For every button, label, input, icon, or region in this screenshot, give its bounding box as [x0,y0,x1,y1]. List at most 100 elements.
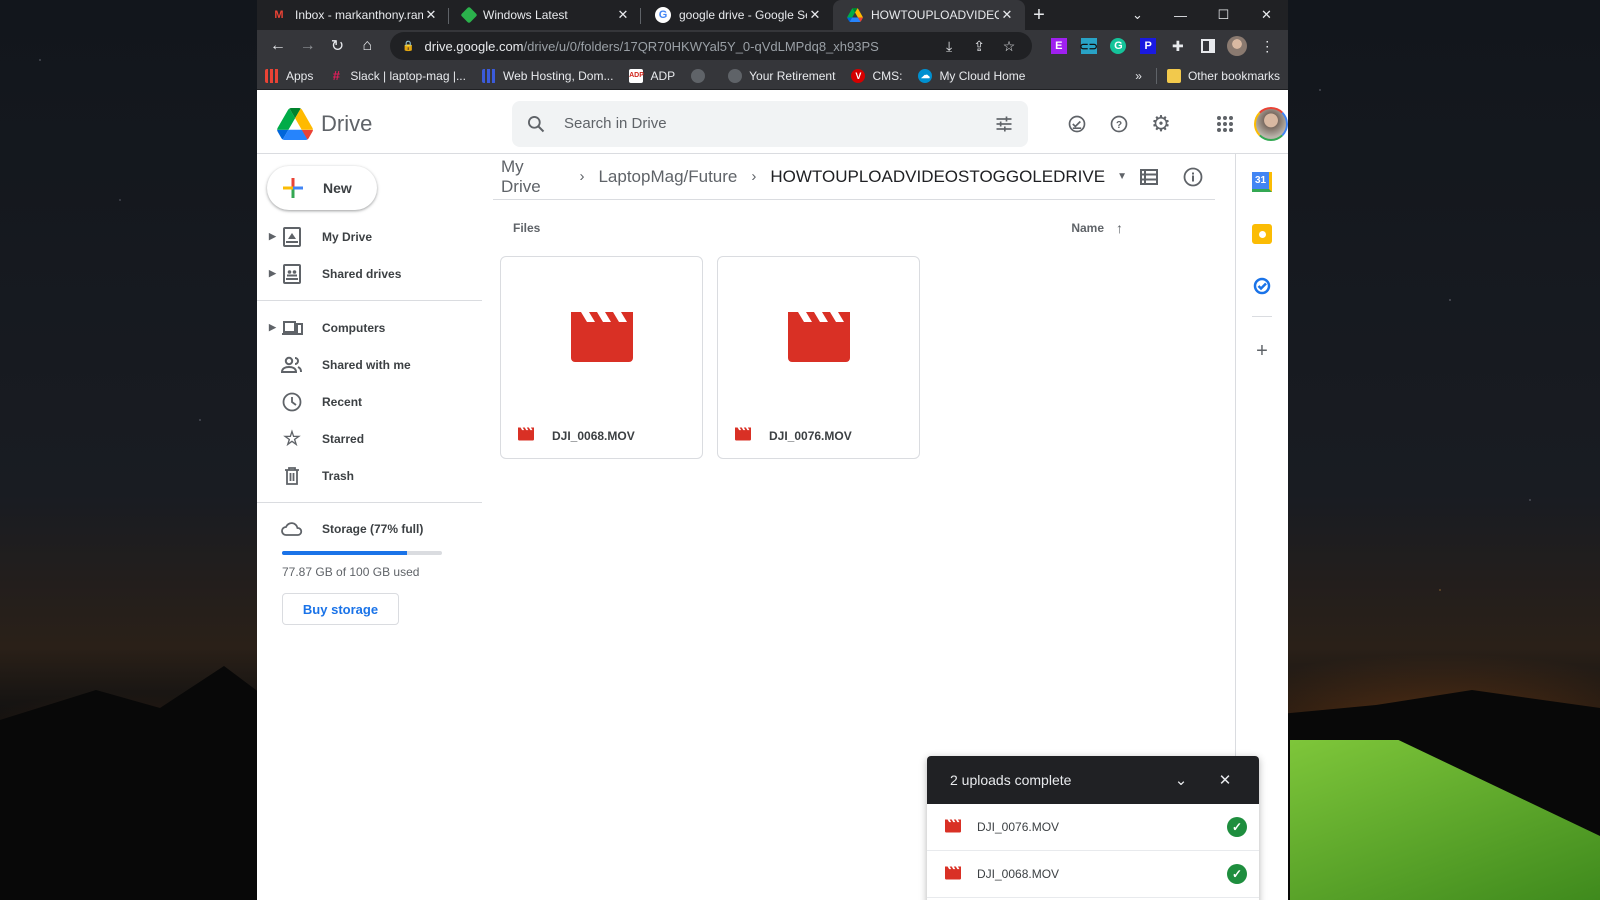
extension-link-icon[interactable]: ⊂⊃ [1074,32,1104,60]
keep-icon[interactable] [1252,224,1272,244]
new-button[interactable]: New [267,166,377,210]
web-hosting-icon [481,68,496,83]
install-app-icon[interactable]: ⤓ [934,38,964,55]
url-text[interactable]: drive.google.com/drive/u/0/folders/17QR7… [425,39,935,54]
storage-section: Storage (77% full) 77.87 GB of 100 GB us… [257,511,482,625]
share-icon[interactable]: ⇪ [964,38,994,55]
expand-caret-icon[interactable]: ▶ [269,268,276,279]
add-addon-icon[interactable]: + [1252,340,1272,362]
star-icon: ☆ [283,428,301,450]
breadcrumb-current-folder[interactable]: HOWTOUPLOADVIDEOSTOGGOLEDRIVE [770,167,1105,187]
drive-app: Drive Search in Drive ? ⚙ New ▶ My Drive… [257,94,1288,900]
expand-caret-icon[interactable]: ▶ [269,322,276,333]
forward-button[interactable]: → [293,32,323,60]
storage-link[interactable]: Storage (77% full) [257,511,482,547]
files-section-label: Files [513,221,541,235]
search-input[interactable]: Search in Drive [512,100,1028,147]
bookmark-slack[interactable]: # Slack | laptop-mag |... [329,68,466,83]
search-options-icon[interactable] [994,114,1014,134]
sort-by-name[interactable]: Name ↑ [1071,220,1123,236]
buy-storage-button[interactable]: Buy storage [282,593,399,625]
side-panel-icon[interactable] [1193,32,1223,60]
rail-divider [1252,316,1272,317]
chevron-right-icon: › [751,168,757,185]
maximize-icon[interactable]: ☐ [1202,0,1245,30]
calendar-icon[interactable]: 31 [1252,172,1272,192]
home-button[interactable]: ⌂ [352,32,382,60]
close-tab-icon[interactable]: ✕ [999,7,1015,23]
bookmark-your-retirement[interactable]: Your Retirement [728,68,835,83]
video-file-icon [735,427,751,444]
bookmarks-overflow-button[interactable]: » [1135,69,1142,83]
sidebar-item-shared-drives[interactable]: ▶ Shared drives [257,255,482,292]
tab-drive-folder[interactable]: HOWTOUPLOADVIDEOSTOGGOLEDRIVE ✕ [833,0,1025,30]
file-card[interactable]: DJI_0068.MOV [500,256,703,459]
breadcrumb-laptopmag-future[interactable]: LaptopMag/Future [598,167,737,187]
storage-progress-bar [282,551,442,555]
new-tab-button[interactable]: + [1025,0,1053,30]
tab-google-search[interactable]: G google drive - Google Search ✕ [641,0,833,30]
folder-menu-dropdown-icon[interactable]: ▼ [1117,171,1127,182]
sidebar-item-shared-with-me[interactable]: Shared with me [257,346,482,383]
reload-button[interactable]: ↻ [323,32,353,60]
close-icon[interactable]: ✕ [1203,771,1247,789]
upload-item[interactable]: DJI_0076.MOV ✓ [927,804,1259,851]
sidebar-item-recent[interactable]: Recent [257,383,482,420]
gmail-icon: M [274,9,284,21]
extension-p-icon[interactable]: P [1133,32,1163,60]
bookmark-cms[interactable]: V CMS: [851,68,902,83]
browser-menu-icon[interactable]: ⋮ [1252,32,1282,60]
tab-windows-latest[interactable]: Windows Latest ✕ [449,0,641,30]
sort-ascending-arrow-icon[interactable]: ↑ [1116,220,1123,236]
sidebar: New ▶ My Drive ▶ Shared drives ▶ Compute… [257,154,482,900]
bookmark-star-icon[interactable]: ☆ [994,38,1024,55]
bookmark-my-cloud-home[interactable]: ☁ My Cloud Home [918,68,1025,83]
list-view-icon[interactable] [1127,167,1171,187]
bookmark-apps[interactable]: Apps [265,68,313,83]
bookmark-web-hosting[interactable]: Web Hosting, Dom... [481,68,613,83]
close-window-icon[interactable]: ✕ [1245,0,1288,30]
tasks-icon[interactable] [1252,276,1272,296]
chevron-right-icon: › [579,168,585,185]
sidebar-item-computers[interactable]: ▶ Computers [257,309,482,346]
extension-e-icon[interactable]: E [1044,32,1074,60]
collapse-chevron-icon[interactable]: ⌄ [1159,771,1203,789]
drive-logo[interactable]: Drive [277,107,512,140]
account-avatar[interactable] [1254,106,1288,141]
extensions-puzzle-icon[interactable]: ✚ [1163,32,1193,60]
sidebar-item-starred[interactable]: ☆ Starred [257,420,482,457]
settings-gear-icon[interactable]: ⚙ [1140,104,1182,144]
search-icon[interactable] [526,114,546,134]
upload-status-title: 2 uploads complete [950,772,1072,788]
google-apps-icon[interactable] [1204,104,1246,144]
bookmark-adp[interactable]: ADP ADP [629,68,675,83]
bookmark-globe[interactable] [691,68,712,83]
address-bar[interactable]: 🔒 drive.google.com/drive/u/0/folders/17Q… [390,32,1033,60]
close-tab-icon[interactable]: ✕ [423,7,439,23]
video-clapper-icon [570,312,633,362]
video-file-icon [518,427,534,444]
video-clapper-icon [787,312,850,362]
cloud-home-icon: ☁ [918,68,933,83]
plus-icon [281,176,305,200]
breadcrumb-my-drive[interactable]: My Drive [501,157,565,197]
upload-item[interactable]: DJI_0068.MOV ✓ [927,851,1259,898]
help-icon[interactable]: ? [1098,104,1140,144]
close-tab-icon[interactable]: ✕ [615,7,631,23]
close-tab-icon[interactable]: ✕ [807,7,823,23]
back-button[interactable]: ← [263,32,293,60]
minimize-icon[interactable]: — [1159,0,1202,30]
info-icon[interactable] [1171,167,1215,187]
clock-icon [281,391,303,413]
tab-search-icon[interactable]: ⌄ [1116,0,1159,30]
file-card[interactable]: DJI_0076.MOV [717,256,920,459]
sidebar-item-my-drive[interactable]: ▶ My Drive [257,218,482,255]
profile-avatar[interactable] [1223,32,1253,60]
other-bookmarks-folder[interactable]: Other bookmarks [1166,68,1280,83]
tab-gmail[interactable]: M Inbox - markanthony.ramirez ✕ [257,0,449,30]
offline-ready-icon[interactable] [1056,104,1098,144]
expand-caret-icon[interactable]: ▶ [269,231,276,242]
grammarly-icon[interactable]: G [1104,32,1134,60]
apps-grid-icon [265,68,279,83]
sidebar-item-trash[interactable]: Trash [257,457,482,494]
